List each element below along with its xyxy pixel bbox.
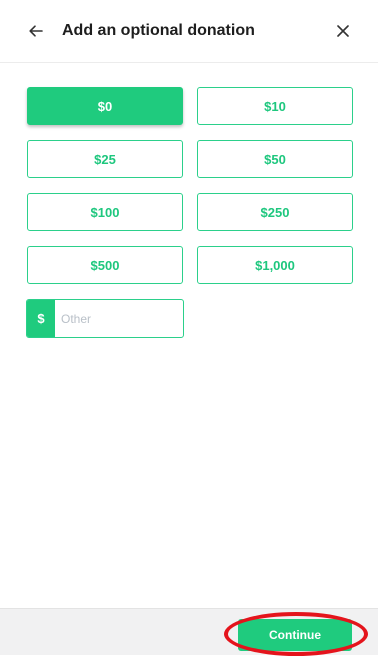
close-button[interactable] xyxy=(334,22,352,40)
amount-button-250[interactable]: $250 xyxy=(197,193,353,231)
modal-title: Add an optional donation xyxy=(62,22,255,39)
other-amount-field[interactable]: $ xyxy=(26,299,184,338)
dollar-prefix: $ xyxy=(27,300,55,337)
modal-header: Add an optional donation xyxy=(0,0,378,63)
arrow-left-icon xyxy=(29,25,43,37)
other-amount-input[interactable] xyxy=(61,300,179,337)
back-button[interactable] xyxy=(27,20,45,42)
close-icon xyxy=(337,25,349,37)
amount-button-10[interactable]: $10 xyxy=(197,87,353,125)
amount-button-100[interactable]: $100 xyxy=(27,193,183,231)
continue-button[interactable]: Continue xyxy=(238,619,352,651)
amount-button-50[interactable]: $50 xyxy=(197,140,353,178)
amount-button-25[interactable]: $25 xyxy=(27,140,183,178)
amount-button-0[interactable]: $0 xyxy=(27,87,183,125)
amount-button-1000[interactable]: $1,000 xyxy=(197,246,353,284)
amount-button-500[interactable]: $500 xyxy=(27,246,183,284)
